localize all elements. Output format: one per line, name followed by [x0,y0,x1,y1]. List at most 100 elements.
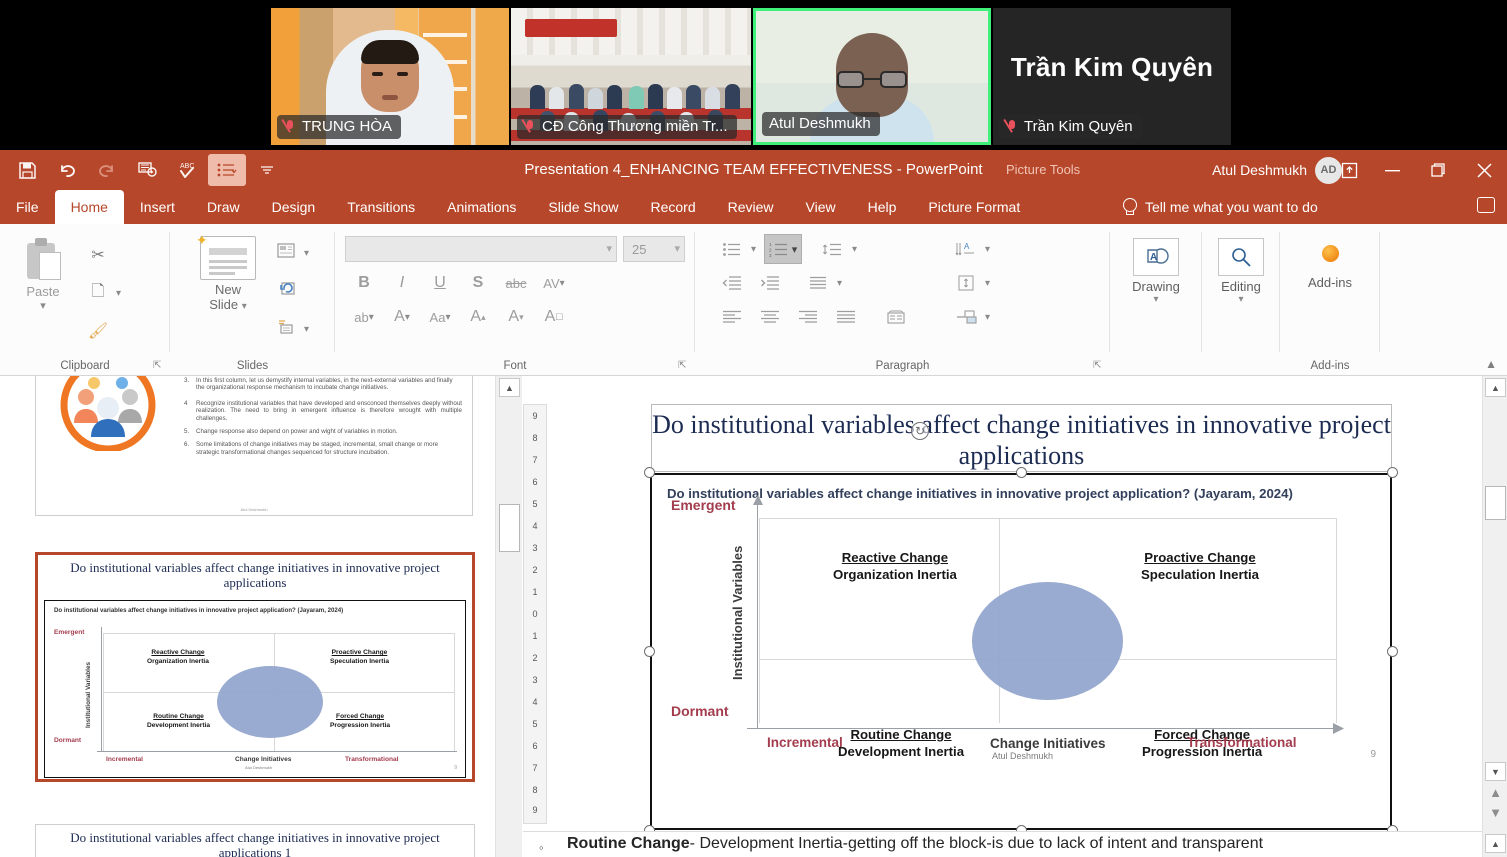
tell-me-search[interactable]: Tell me what you want to do [1122,190,1318,224]
italic-button[interactable]: I [383,268,421,298]
slide-thumbnail-8[interactable]: 3. In this first column, let us demystify… [35,376,473,516]
selection-handle-ml[interactable] [644,646,655,657]
selected-picture[interactable]: Do institutional variables affect change… [644,467,1398,836]
line-spacing-button[interactable] [814,234,852,264]
clipboard-dialog-launcher[interactable]: ⇱ [153,360,164,371]
chevron-down-icon[interactable]: ▾ [751,244,756,255]
text-highlight-button[interactable]: ab ▾ [345,302,383,332]
canvas-scrollbar[interactable]: ▲ ▼ ▲ ▼ ▲ [1482,376,1507,857]
chevron-down-icon[interactable]: ▾ [852,244,857,255]
chevron-down-icon[interactable]: ▾ [985,244,990,255]
text-shadow-button[interactable]: S [459,268,497,298]
selection-handle-mr[interactable] [1387,646,1398,657]
tab-design[interactable]: Design [256,190,332,224]
tab-review[interactable]: Review [712,190,790,224]
font-dialog-launcher[interactable]: ⇱ [678,360,689,371]
video-tile-participant-4[interactable]: Trần Kim Quyên Trần Kim Quyên [993,8,1231,145]
decrease-indent-button[interactable] [713,268,751,298]
tab-slide-show[interactable]: Slide Show [532,190,634,224]
columns-button[interactable] [877,302,915,332]
layout-button[interactable]: ▾ [274,234,309,272]
tab-draw[interactable]: Draw [191,190,256,224]
chevron-down-icon[interactable]: ▾ [116,288,121,299]
copy-button[interactable]: 🗋 ▾ [86,274,154,312]
comments-icon[interactable] [1477,197,1495,213]
collapse-ribbon-icon[interactable]: ▲ [1485,357,1497,371]
scrollbar-thumb[interactable] [1485,486,1506,520]
account-area[interactable]: Atul Deshmukh AD [1212,150,1342,190]
selection-handle-tr[interactable] [1387,467,1398,478]
scroll-up-icon[interactable]: ▲ [499,378,520,397]
chevron-down-icon[interactable]: ▾ [14,299,72,312]
rotate-handle[interactable]: ↻ [911,422,929,440]
addins-button[interactable]: Add-ins [1293,234,1367,290]
slide-thumbnail-10[interactable]: Do institutional variables affect change… [35,824,475,857]
chevron-down-icon[interactable]: ▾ [985,312,990,323]
strikethrough-button[interactable]: abc [497,268,535,298]
increase-indent-button[interactable] [751,268,789,298]
paragraph-dialog-launcher[interactable]: ⇱ [1093,360,1104,371]
bold-button[interactable]: B [345,268,383,298]
chevron-down-icon[interactable]: ▾ [674,242,680,255]
font-size-input[interactable]: 25 ▾ [623,236,685,262]
font-name-input[interactable]: ▾ [345,236,617,262]
character-spacing-button[interactable]: AV ▾ [535,268,573,298]
font-color-button[interactable]: A ▾ [383,302,421,332]
paste-button[interactable]: Paste ▾ [14,238,72,312]
slide-thumbnail-9[interactable]: Do institutional variables affect change… [35,552,475,782]
chevron-down-icon[interactable]: ▾ [304,324,309,335]
scrollbar-thumb[interactable] [499,504,520,552]
ribbon-display-options-icon[interactable] [1329,150,1369,190]
slide-title-placeholder[interactable]: Do institutional variables affect change… [651,404,1392,472]
decrease-font-size-button[interactable]: A ▾ [497,302,535,332]
slide-thumbnail-pane[interactable]: 3. In this first column, let us demystify… [0,376,495,857]
align-text-button[interactable] [947,268,985,298]
new-slide-button[interactable]: ✦ New Slide ▾ [192,232,264,314]
close-button[interactable] [1461,150,1507,190]
chevron-down-icon[interactable]: ▾ [1119,294,1193,305]
section-button[interactable]: ▾ [274,310,309,348]
cut-button[interactable]: ✂ [86,236,154,274]
increase-font-size-button[interactable]: A ▴ [459,302,497,332]
selection-handle-tl[interactable] [644,467,655,478]
tab-transitions[interactable]: Transitions [331,190,431,224]
next-slide-icon[interactable]: ▼ [1485,803,1506,822]
video-tile-active-speaker[interactable]: Atul Deshmukh [753,8,991,145]
chevron-down-icon[interactable]: ▾ [304,248,309,259]
convert-to-smartart-button[interactable] [947,302,985,332]
align-left-button[interactable] [713,302,751,332]
slide-canvas[interactable]: Do institutional variables affect change… [547,376,1470,857]
chevron-down-icon[interactable]: ▾ [837,278,842,289]
video-tile-participant-1[interactable]: TRUNG HÒA [271,8,509,145]
selection-handle-tc[interactable] [1016,467,1027,478]
change-case-button[interactable]: Aa ▾ [421,302,459,332]
reset-button[interactable] [274,272,309,310]
tab-home[interactable]: Home [54,190,124,224]
notes-pane[interactable]: ◦ Routine Change- Development Inertia-ge… [523,831,1482,857]
tab-record[interactable]: Record [634,190,711,224]
scroll-down-icon[interactable]: ▼ [1485,762,1506,781]
paragraph-spacing-button[interactable] [799,268,837,298]
clear-formatting-button[interactable]: A ☐ [535,302,573,332]
chevron-down-icon[interactable]: ▾ [606,242,612,255]
align-right-button[interactable] [789,302,827,332]
center-button[interactable] [751,302,789,332]
video-tile-participant-2[interactable]: CĐ Công Thương miền Tr... [511,8,751,145]
tab-picture-format[interactable]: Picture Format [912,190,1036,224]
justify-button[interactable] [827,302,865,332]
tab-view[interactable]: View [790,190,852,224]
restore-button[interactable] [1415,150,1461,190]
scroll-up-icon[interactable]: ▲ [1485,378,1506,397]
format-painter-button[interactable]: 🖌 [86,312,154,350]
chevron-down-icon[interactable]: ▾ [985,278,990,289]
editing-button[interactable]: Editing ▾ [1204,238,1278,305]
tab-file[interactable]: File [0,190,55,224]
bullets-button[interactable] [713,234,751,264]
drawing-button[interactable]: A Drawing ▾ [1119,238,1193,305]
underline-button[interactable]: U [421,268,459,298]
previous-slide-icon[interactable]: ▲ [1485,783,1506,802]
minimize-button[interactable] [1369,150,1415,190]
tab-insert[interactable]: Insert [124,190,191,224]
thumbnail-scrollbar[interactable]: ▲ [495,376,522,857]
tab-animations[interactable]: Animations [431,190,532,224]
